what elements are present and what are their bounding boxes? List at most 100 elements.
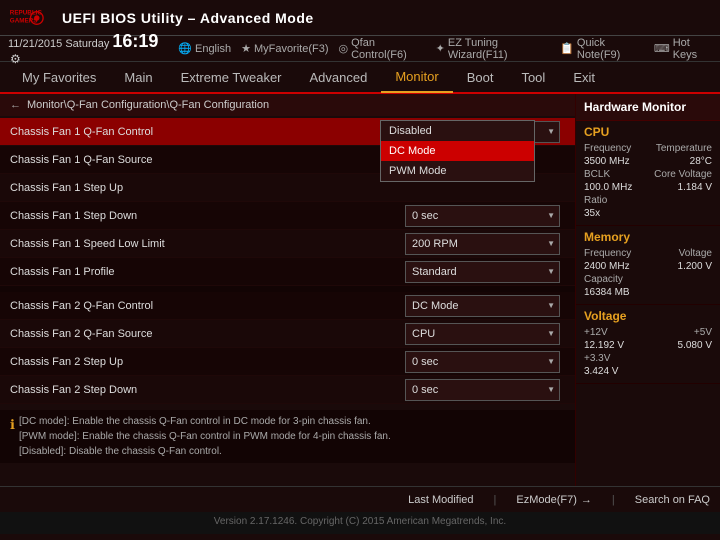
- hw-mem-freq-label: Frequency: [584, 248, 631, 259]
- fan-icon: ◎: [339, 42, 349, 55]
- logo-area: REPUBLIC OF GAMERS: [8, 4, 50, 32]
- back-arrow-icon[interactable]: ←: [10, 99, 21, 111]
- popup-item-dc-mode[interactable]: DC Mode: [381, 141, 534, 161]
- nav-item-exit[interactable]: Exit: [559, 61, 609, 93]
- setting-label: Chassis Fan 1 Step Down: [10, 210, 405, 222]
- quicknote-button[interactable]: 📋 Quick Note(F9): [560, 37, 644, 61]
- nav-item-monitor[interactable]: Monitor: [381, 61, 452, 93]
- hw-mem-cap-value: 16384 MB: [584, 287, 630, 298]
- hw-cpu-corevolt-label: Core Voltage: [654, 169, 712, 180]
- dropdown-chassis-fan1-step-down[interactable]: 0 sec: [405, 205, 560, 227]
- hw-mem-freq-val-row: 2400 MHz 1.200 V: [584, 261, 712, 272]
- hw-cpu-bclk-val-row: 100.0 MHz 1.184 V: [584, 182, 712, 193]
- setting-value: 0 sec: [405, 379, 565, 401]
- hw-voltage-title: Voltage: [584, 309, 712, 323]
- hw-cpu-freq-val-row: 3500 MHz 28°C: [584, 156, 712, 167]
- hw-volt-12-val-row: 12.192 V 5.080 V: [584, 340, 712, 351]
- hw-mem-freq-row: Frequency Voltage: [584, 248, 712, 259]
- setting-label: Chassis Fan 1 Profile: [10, 266, 405, 278]
- setting-row-chassis-fan2-qfan-source[interactable]: Chassis Fan 2 Q-Fan Source CPU: [0, 320, 575, 348]
- status-divider-1: |: [494, 494, 497, 506]
- setting-label: Chassis Fan 1 Step Up: [10, 182, 405, 194]
- hw-cpu-ratio-row: Ratio: [584, 195, 712, 206]
- dropdown-popup: Disabled DC Mode PWM Mode: [380, 120, 535, 182]
- nav-item-boot[interactable]: Boot: [453, 61, 508, 93]
- setting-value: 200 RPM: [405, 233, 565, 255]
- wand-icon: ✦: [436, 42, 445, 55]
- hw-mem-cap-label: Capacity: [584, 274, 623, 285]
- left-panel: ← Monitor\Q-Fan Configuration\Q-Fan Conf…: [0, 94, 575, 486]
- hw-cpu-freq-label: Frequency: [584, 143, 631, 154]
- setting-label: Chassis Fan 2 Q-Fan Control: [10, 300, 405, 312]
- hw-voltage-section: Voltage +12V +5V 12.192 V 5.080 V +3.3V …: [576, 305, 720, 384]
- setting-label: Chassis Fan 2 Step Down: [10, 384, 405, 396]
- setting-label: Chassis Fan 2 Step Up: [10, 356, 405, 368]
- setting-row-chassis-fan2-qfan-control[interactable]: Chassis Fan 2 Q-Fan Control DC Mode: [0, 292, 575, 320]
- hw-cpu-bclk-row: BCLK Core Voltage: [584, 169, 712, 180]
- search-faq-button[interactable]: Search on FAQ: [635, 494, 710, 506]
- dropdown-chassis-fan2-step-down[interactable]: 0 sec: [405, 379, 560, 401]
- dropdown-chassis-fan1-speed-low-limit[interactable]: 200 RPM: [405, 233, 560, 255]
- hw-volt-12-row: +12V +5V: [584, 327, 712, 338]
- main-content: ← Monitor\Q-Fan Configuration\Q-Fan Conf…: [0, 94, 720, 486]
- setting-label: Chassis Fan 1 Speed Low Limit: [10, 238, 405, 250]
- last-modified-label: Last Modified: [408, 494, 473, 506]
- dropdown-chassis-fan2-qfan-source[interactable]: CPU: [405, 323, 560, 345]
- hw-cpu-temp-value: 28°C: [690, 156, 712, 167]
- dropdown-chassis-fan2-qfan-control[interactable]: DC Mode: [405, 295, 560, 317]
- nav-item-tool[interactable]: Tool: [507, 61, 559, 93]
- footer-text: Version 2.17.1246. Copyright (C) 2015 Am…: [214, 516, 506, 527]
- setting-row-chassis-fan2-step-down[interactable]: Chassis Fan 2 Step Down 0 sec: [0, 376, 575, 404]
- date-display: 11/21/2015: [8, 38, 62, 50]
- popup-item-disabled[interactable]: Disabled: [381, 121, 534, 141]
- nav-item-main[interactable]: Main: [110, 61, 166, 93]
- setting-row-chassis-fan1-step-down[interactable]: Chassis Fan 1 Step Down 0 sec: [0, 202, 575, 230]
- dropdown-chassis-fan2-step-up[interactable]: 0 sec: [405, 351, 560, 373]
- hw-v33-label: +3.3V: [584, 353, 610, 364]
- right-panel: Hardware Monitor CPU Frequency Temperatu…: [575, 94, 720, 486]
- eztuning-button[interactable]: ✦ EZ Tuning Wizard(F11): [436, 37, 551, 61]
- hw-cpu-ratio-val-row: 35x: [584, 208, 712, 219]
- toolbar-row: 11/21/2015 Saturday 16:19 ⚙ 🌐 English ★ …: [0, 36, 720, 62]
- time-display: 16:19: [112, 31, 158, 51]
- myfavorites-button[interactable]: ★ MyFavorite(F3): [241, 42, 328, 55]
- hw-mem-cap-val-row: 16384 MB: [584, 287, 712, 298]
- hw-cpu-freq-value: 3500 MHz: [584, 156, 630, 167]
- popup-item-pwm-mode[interactable]: PWM Mode: [381, 161, 534, 181]
- info-icon: ℹ: [10, 415, 15, 435]
- language-selector[interactable]: 🌐 English: [178, 42, 231, 55]
- info-line-1: [DC mode]: Enable the chassis Q-Fan cont…: [19, 414, 391, 429]
- hw-mem-volt-label: Voltage: [679, 248, 712, 259]
- hw-mem-cap-row: Capacity: [584, 274, 712, 285]
- hw-cpu-freq-row: Frequency Temperature: [584, 143, 712, 154]
- svg-text:REPUBLIC OF: REPUBLIC OF: [10, 9, 44, 16]
- hw-v12-label: +12V: [584, 327, 608, 338]
- setting-row-chassis-fan1-speed-low-limit[interactable]: Chassis Fan 1 Speed Low Limit 200 RPM: [0, 230, 575, 258]
- setting-row-chassis-fan2-step-up[interactable]: Chassis Fan 2 Step Up 0 sec: [0, 348, 575, 376]
- hw-volt-33-row: +3.3V: [584, 353, 712, 364]
- hw-v12-value: 12.192 V: [584, 340, 624, 351]
- setting-value: 0 sec: [405, 205, 565, 227]
- info-line-2: [PWM mode]: Enable the chassis Q-Fan con…: [19, 429, 391, 444]
- setting-value: DC Mode: [405, 295, 565, 317]
- nav-menu: My Favorites Main Extreme Tweaker Advanc…: [0, 62, 720, 94]
- hotkeys-button[interactable]: ⌨ Hot Keys: [654, 37, 712, 61]
- setting-value: 0 sec: [405, 351, 565, 373]
- footer: Version 2.17.1246. Copyright (C) 2015 Am…: [0, 512, 720, 534]
- nav-item-advanced[interactable]: Advanced: [296, 61, 382, 93]
- setting-row-chassis-fan1-profile[interactable]: Chassis Fan 1 Profile Standard: [0, 258, 575, 286]
- nav-item-extreme-tweaker[interactable]: Extreme Tweaker: [167, 61, 296, 93]
- ez-mode-button[interactable]: EzMode(F7) →: [516, 494, 592, 506]
- hw-cpu-section: CPU Frequency Temperature 3500 MHz 28°C …: [576, 121, 720, 226]
- status-divider-2: |: [612, 494, 615, 506]
- nav-item-myfavorites[interactable]: My Favorites: [8, 61, 110, 93]
- day-display: Saturday: [65, 38, 109, 50]
- rog-logo-icon: REPUBLIC OF GAMERS: [8, 4, 44, 32]
- setting-label: Chassis Fan 2 Q-Fan Source: [10, 328, 405, 340]
- setting-label: Chassis Fan 1 Q-Fan Source: [10, 154, 405, 166]
- qfan-button[interactable]: ◎ Qfan Control(F6): [339, 37, 426, 61]
- keyboard-icon: ⌨: [654, 42, 670, 55]
- info-bar: ℹ [DC mode]: Enable the chassis Q-Fan co…: [0, 410, 575, 463]
- dropdown-chassis-fan1-profile[interactable]: Standard: [405, 261, 560, 283]
- hw-v5-value: 5.080 V: [678, 340, 712, 351]
